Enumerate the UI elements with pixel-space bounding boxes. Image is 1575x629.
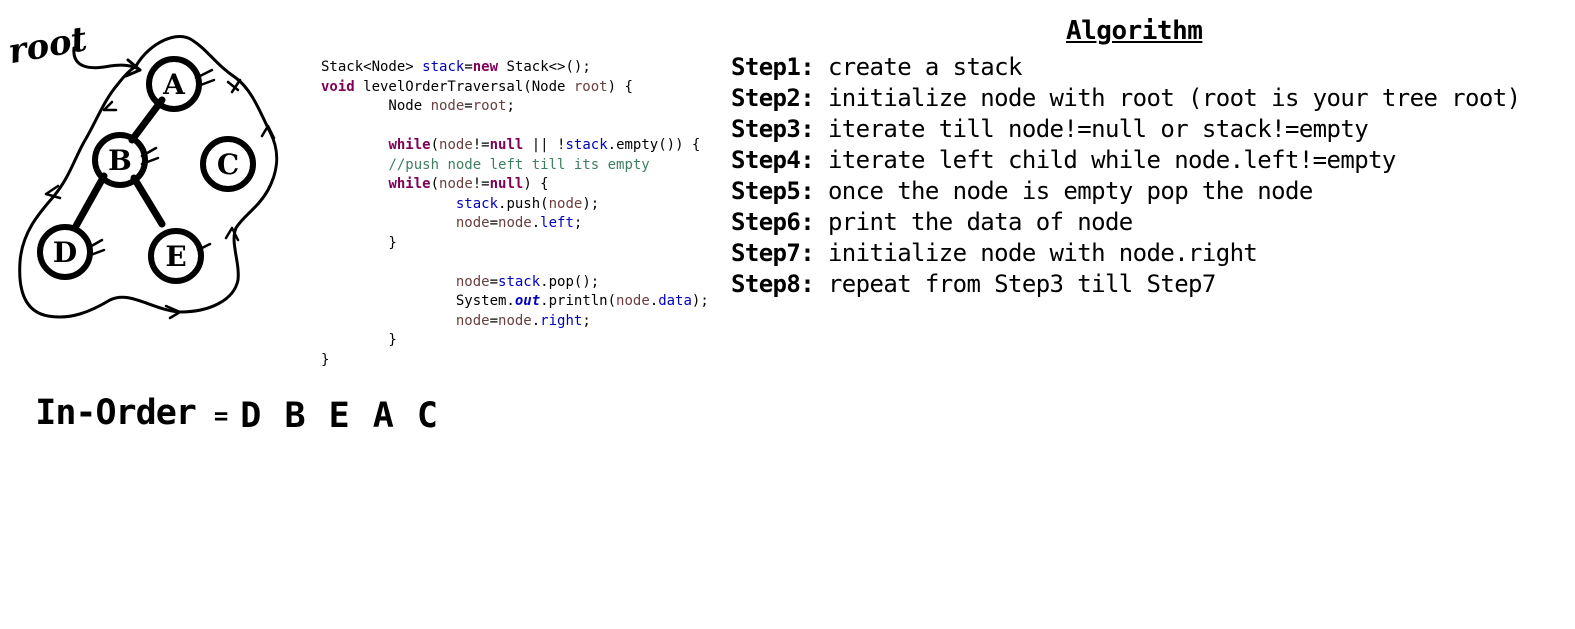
- node-b-label: B: [108, 144, 132, 177]
- tree-diagram: A B C D E root: [5, 19, 279, 320]
- code-line: //push node left till its empty: [388, 156, 650, 173]
- code-line: node=node.left;: [455, 215, 583, 231]
- algorithm-step: Step2: initialize node with root (root i…: [731, 84, 1521, 112]
- algorithm-step: Step7: initialize node with node.right: [731, 239, 1258, 267]
- algorithm-steps: Step1: create a stack Step2: initialize …: [731, 52, 1521, 300]
- root-label: root: [5, 19, 90, 72]
- code-line: void levelOrderTraversal(Node root) {: [321, 78, 633, 95]
- edge-b-e: [130, 174, 166, 228]
- code-line: node=stack.pop();: [455, 273, 600, 290]
- code-line: }: [321, 332, 397, 348]
- code-block: Stack<Node> stack=new Stack<>(); void le…: [321, 58, 709, 370]
- edge-b-d: [72, 172, 108, 230]
- node-e-label: E: [165, 240, 186, 273]
- code-line: stack.push(node);: [455, 195, 600, 212]
- code-line: Node node=root;: [321, 98, 515, 114]
- node-c-label: C: [217, 148, 239, 181]
- node-d-label: D: [53, 236, 77, 269]
- inorder-result: In-Order = D B E A C: [16, 374, 438, 436]
- node-a-label: A: [162, 68, 186, 101]
- code-line: System.out.println(node.data);: [321, 293, 709, 309]
- code-line: while(node!=null) {: [388, 176, 549, 192]
- algorithm-step: Step5: once the node is empty pop the no…: [731, 177, 1313, 205]
- algorithm-title: Algorithm: [1066, 16, 1203, 46]
- algorithm-step: Step3: iterate till node!=null or stack!…: [731, 115, 1369, 143]
- algorithm-step: Step4: iterate left child while node.lef…: [731, 146, 1396, 174]
- code-line: }: [321, 351, 330, 368]
- algorithm-step: Step1: create a stack: [731, 53, 1022, 81]
- inorder-sequence: D B E A C: [240, 396, 438, 436]
- code-line: Stack<Node> stack=new Stack<>();: [321, 59, 591, 75]
- inorder-label: In-Order: [35, 393, 197, 433]
- inorder-equals: =: [213, 402, 229, 430]
- algorithm-step: Step8: repeat from Step3 till Step7: [731, 270, 1216, 298]
- algorithm-step: Step6: print the data of node: [731, 208, 1133, 236]
- code-line: node=node.right;: [455, 312, 591, 329]
- arrow-mark: [260, 124, 276, 140]
- code-line: }: [321, 234, 397, 251]
- arrow-mark: [226, 78, 242, 94]
- code-line: while(node!=null || !stack.empty()) {: [388, 137, 701, 153]
